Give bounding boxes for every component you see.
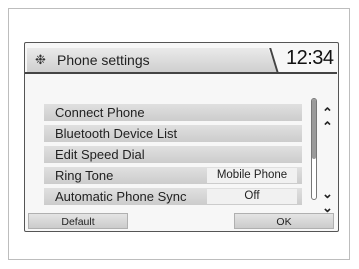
- menu-item-ring-tone[interactable]: Ring Tone Mobile Phone: [44, 167, 302, 184]
- menu-item-label: Ring Tone: [55, 168, 114, 183]
- menu-item-label: Automatic Phone Sync: [55, 189, 187, 204]
- menu-item-bluetooth-device-list[interactable]: Bluetooth Device List: [44, 125, 302, 142]
- chevron-double-up-icon[interactable]: ⌃ ⌃: [322, 106, 333, 134]
- clock: 12:34: [286, 47, 334, 69]
- menu-item-edit-speed-dial[interactable]: Edit Speed Dial: [44, 146, 302, 163]
- gear-icon: ❉: [35, 52, 46, 67]
- scrollbar[interactable]: [311, 98, 317, 200]
- scroll-thumb[interactable]: [312, 99, 316, 159]
- default-button[interactable]: Default: [28, 213, 128, 229]
- menu-item-automatic-phone-sync[interactable]: Automatic Phone Sync Off: [44, 188, 302, 205]
- page-title: Phone settings: [57, 52, 150, 68]
- ok-button-label: OK: [276, 216, 292, 228]
- menu-item-connect-phone[interactable]: Connect Phone: [44, 104, 302, 121]
- menu-item-label: Bluetooth Device List: [55, 126, 178, 141]
- menu-item-label: Connect Phone: [55, 105, 145, 120]
- automatic-phone-sync-value: Off: [207, 189, 297, 204]
- menu-item-label: Edit Speed Dial: [55, 147, 145, 162]
- default-button-label: Default: [61, 216, 95, 228]
- chevron-double-down-icon[interactable]: ⌄ ⌄: [322, 187, 333, 215]
- phone-settings-screen: ❉ Phone settings 12:34 Connect Phone Blu…: [24, 42, 339, 232]
- ok-button[interactable]: OK: [234, 213, 334, 229]
- ring-tone-value: Mobile Phone: [207, 168, 297, 183]
- bottom-bar: Default OK: [28, 213, 334, 229]
- title-underline: [25, 72, 337, 74]
